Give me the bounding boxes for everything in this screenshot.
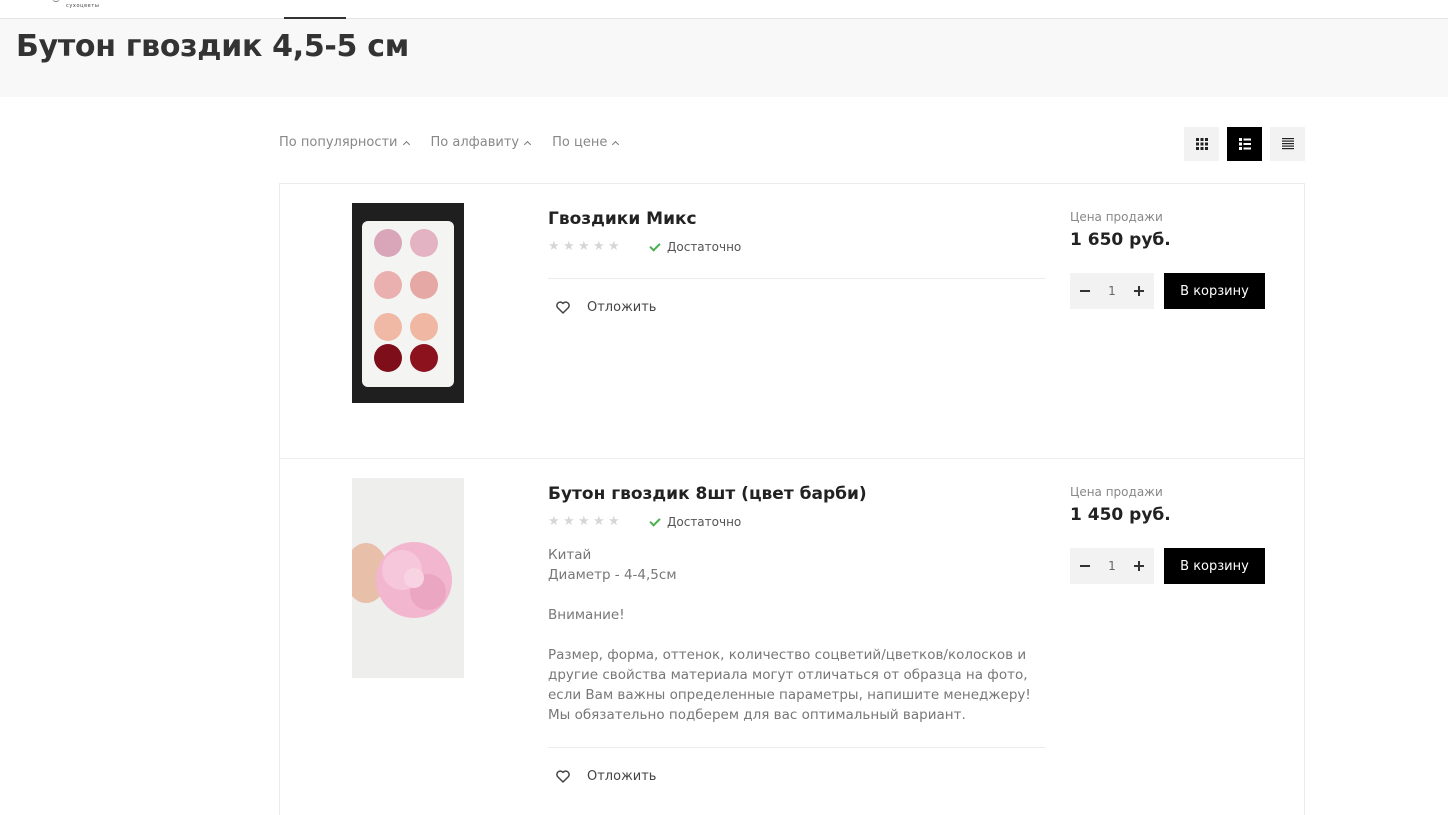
stock-label: Достаточно	[667, 515, 742, 529]
table-view-button[interactable]	[1270, 127, 1305, 161]
divider	[548, 747, 1045, 748]
logo-caption: сухоцветы	[66, 3, 100, 9]
add-to-cart-button[interactable]: В корзину	[1164, 273, 1265, 309]
quantity-stepper: 1	[1070, 273, 1154, 309]
caret-up-icon	[524, 140, 532, 148]
stock-status: Достаточно	[649, 239, 742, 254]
price-value: 1 650 руб.	[1070, 230, 1171, 250]
product-image[interactable]	[352, 478, 464, 678]
quantity-stepper: 1	[1070, 548, 1154, 584]
minus-icon[interactable]	[1078, 559, 1092, 573]
logo[interactable]	[52, 0, 60, 2]
check-icon	[649, 514, 661, 527]
quantity-value[interactable]: 1	[1097, 284, 1127, 298]
star-icon: ★	[563, 514, 575, 529]
defer-label: Отложить	[587, 300, 657, 315]
quantity-value[interactable]: 1	[1097, 559, 1127, 573]
view-switch	[1184, 127, 1305, 161]
star-icon: ★	[548, 514, 560, 529]
plus-icon[interactable]	[1132, 559, 1146, 573]
desc-line: Внимание!	[548, 607, 625, 623]
star-icon: ★	[578, 514, 590, 529]
rating-stars[interactable]: ★ ★ ★ ★ ★	[548, 514, 620, 529]
product-title[interactable]: Гвоздики Микс	[548, 209, 697, 229]
product-list: Гвоздики Микс ★ ★ ★ ★ ★ Достаточно Отлож…	[279, 183, 1305, 815]
page-title: Бутон гвоздик 4,5-5 см	[16, 29, 409, 64]
defer-button[interactable]: Отложить	[556, 300, 656, 315]
product-image[interactable]	[352, 203, 464, 403]
rating-stars[interactable]: ★ ★ ★ ★ ★	[548, 239, 620, 254]
caret-up-icon	[402, 140, 410, 148]
star-icon: ★	[608, 239, 620, 254]
product-description: Китай Диаметр - 4-4,5см Внимание! Размер…	[548, 545, 1048, 725]
star-icon: ★	[548, 239, 560, 254]
price-value: 1 450 руб.	[1070, 505, 1171, 525]
product-card: Гвоздики Микс ★ ★ ★ ★ ★ Достаточно Отлож…	[280, 184, 1304, 459]
desc-spacer	[548, 625, 1048, 645]
sort-by-price[interactable]: По цене	[552, 135, 620, 150]
star-icon: ★	[578, 239, 590, 254]
sort-label: По цене	[552, 135, 608, 150]
add-to-cart-button[interactable]: В корзину	[1164, 548, 1265, 584]
table-view-icon	[1281, 138, 1294, 150]
list-view-button[interactable]	[1227, 127, 1262, 161]
star-icon: ★	[608, 514, 620, 529]
site-header: сухоцветы	[0, 0, 1448, 19]
heart-icon	[556, 301, 570, 314]
defer-label: Отложить	[587, 769, 657, 784]
sort-label: По алфавиту	[430, 135, 520, 150]
minus-icon[interactable]	[1078, 284, 1092, 298]
desc-line: Диаметр - 4-4,5см	[548, 567, 677, 583]
heart-icon	[556, 770, 570, 783]
list-view-icon	[1238, 138, 1251, 150]
defer-button[interactable]: Отложить	[556, 769, 656, 784]
stock-label: Достаточно	[667, 240, 742, 254]
price-label: Цена продажи	[1070, 210, 1163, 224]
desc-spacer	[548, 585, 1048, 605]
divider	[548, 278, 1045, 279]
product-card: Бутон гвоздик 8шт (цвет барби) ★ ★ ★ ★ ★…	[280, 459, 1304, 815]
sort-by-popularity[interactable]: По популярности	[279, 135, 410, 150]
sort-by-alphabet[interactable]: По алфавиту	[430, 135, 532, 150]
desc-line: Китай	[548, 547, 592, 563]
caret-up-icon	[612, 140, 620, 148]
check-icon	[649, 239, 661, 252]
price-label: Цена продажи	[1070, 485, 1163, 499]
star-icon: ★	[563, 239, 575, 254]
title-band: Бутон гвоздик 4,5-5 см	[0, 19, 1448, 97]
desc-line: Размер, форма, оттенок, количество соцве…	[548, 647, 1031, 723]
sort-label: По популярности	[279, 135, 398, 150]
star-icon: ★	[593, 239, 605, 254]
sort-bar: По популярности По алфавиту По цене	[279, 135, 640, 150]
stock-status: Достаточно	[649, 514, 742, 529]
grid-view-button[interactable]	[1184, 127, 1219, 161]
plus-icon[interactable]	[1132, 284, 1146, 298]
star-icon: ★	[593, 514, 605, 529]
product-title[interactable]: Бутон гвоздик 8шт (цвет барби)	[548, 484, 867, 504]
grid-view-icon	[1195, 138, 1208, 150]
